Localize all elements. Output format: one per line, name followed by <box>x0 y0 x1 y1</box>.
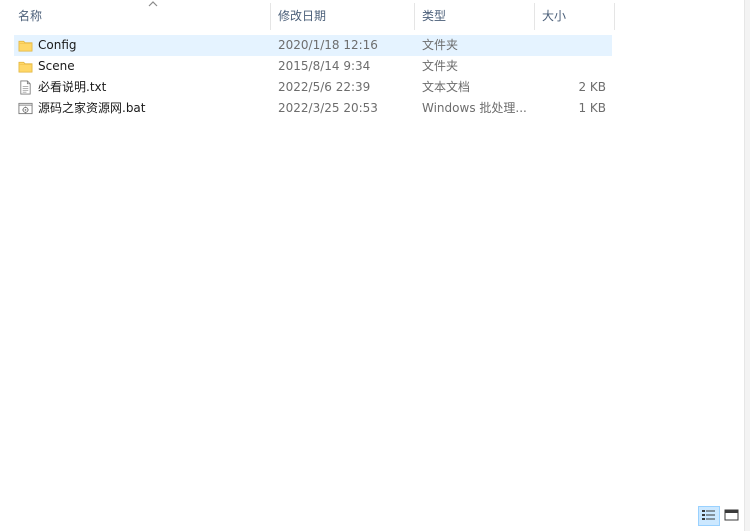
column-header-size[interactable]: 大小 <box>536 0 614 33</box>
large-icons-view-icon <box>724 509 739 521</box>
column-divider[interactable] <box>414 3 415 30</box>
file-name: 必看说明.txt <box>38 80 107 94</box>
file-type: 文本文档 <box>422 80 471 94</box>
column-divider[interactable] <box>534 3 535 30</box>
batch-file-icon <box>18 102 33 115</box>
file-size: 2 KB <box>578 80 606 94</box>
file-modified-date: 2015/8/14 9:34 <box>278 59 371 73</box>
file-type: 文件夹 <box>422 38 459 52</box>
file-modified-date: 2022/3/25 20:53 <box>278 101 378 115</box>
details-view-icon <box>702 510 715 520</box>
file-size: 1 KB <box>578 101 606 115</box>
large-icons-view-button[interactable] <box>722 506 744 526</box>
file-name: Scene <box>38 59 75 73</box>
vertical-scrollbar[interactable] <box>744 0 750 531</box>
column-header-date-label: 修改日期 <box>278 9 327 23</box>
column-header-bar: 名称 修改日期 类型 大小 <box>0 0 740 33</box>
file-type: Windows 批处理... <box>422 101 527 115</box>
file-modified-date: 2022/5/6 22:39 <box>278 80 371 94</box>
text-file-icon <box>20 80 31 95</box>
column-header-date[interactable]: 修改日期 <box>272 0 414 33</box>
file-name: 源码之家资源网.bat <box>38 101 146 115</box>
file-modified-date: 2020/1/18 12:16 <box>278 38 378 52</box>
column-header-type-label: 类型 <box>422 9 447 23</box>
column-header-type[interactable]: 类型 <box>416 0 534 33</box>
column-header-name[interactable]: 名称 <box>12 0 270 33</box>
column-divider[interactable] <box>270 3 271 30</box>
column-header-size-label: 大小 <box>542 9 567 23</box>
column-header-name-label: 名称 <box>18 9 43 23</box>
file-row[interactable]: Scene 2015/8/14 9:34 文件夹 <box>14 56 612 77</box>
file-row[interactable]: Config 2020/1/18 12:16 文件夹 <box>14 35 612 56</box>
column-divider[interactable] <box>614 3 615 30</box>
folder-icon <box>18 40 33 52</box>
file-row[interactable]: 源码之家资源网.bat 2022/3/25 20:53 Windows 批处理.… <box>14 98 612 119</box>
file-name: Config <box>38 38 77 52</box>
sort-ascending-icon <box>148 1 158 7</box>
file-explorer-window: 名称 修改日期 类型 大小 Config 2020/1/18 12:16 文件夹… <box>0 0 750 531</box>
folder-icon <box>18 61 33 73</box>
details-view-button[interactable] <box>698 506 720 526</box>
file-type: 文件夹 <box>422 59 459 73</box>
file-row[interactable]: 必看说明.txt 2022/5/6 22:39 文本文档 2 KB <box>14 77 612 98</box>
